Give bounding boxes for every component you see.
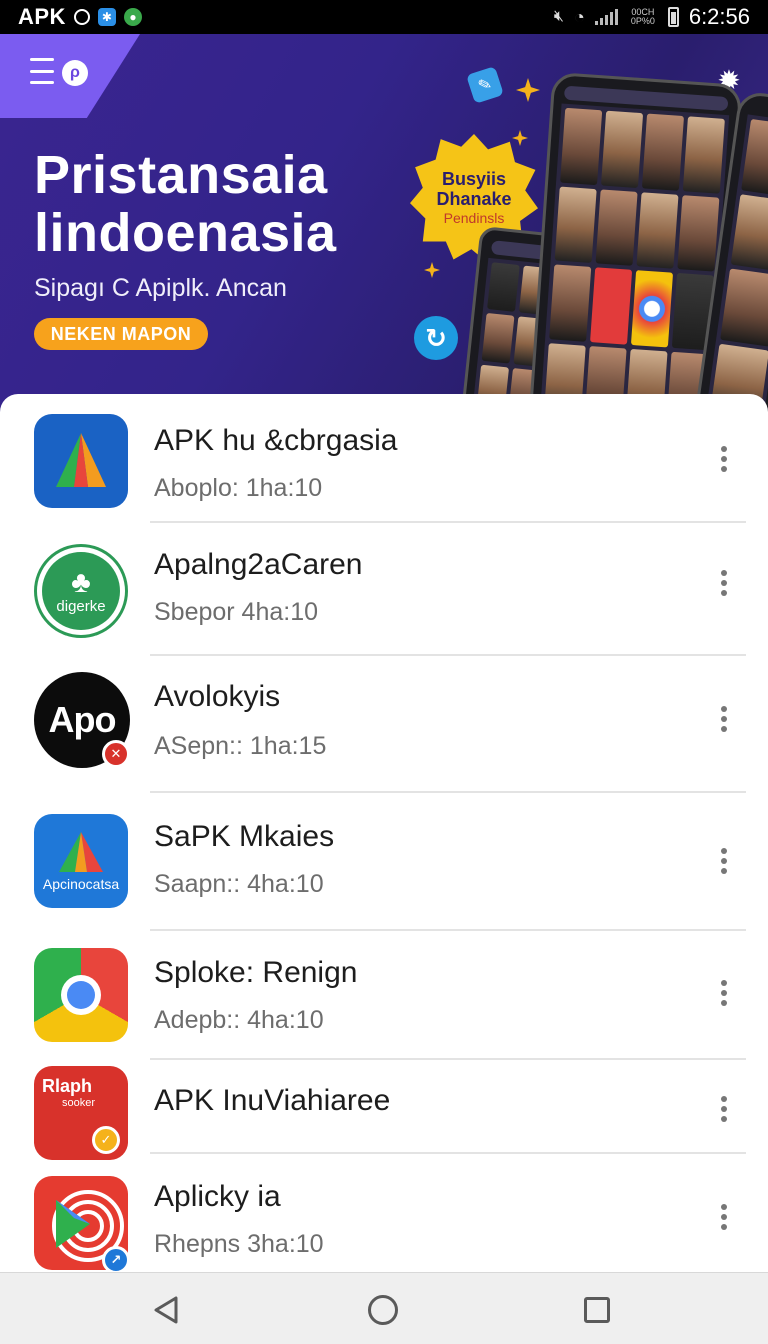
app-list: APK hu &cbrgasia Aboplo: 1ha:10 ♣ digerk…: [0, 394, 768, 1274]
network-speed: 00CH 0P%0: [628, 8, 658, 26]
system-nav-bar: [0, 1272, 768, 1344]
list-item[interactable]: APK hu &cbrgasia Aboplo: 1ha:10: [0, 394, 768, 523]
sticker-icon: ✎: [466, 66, 504, 104]
divider: [150, 521, 746, 523]
apk-triangle-icon: Apcinocatsa: [34, 814, 128, 908]
badge-line3: Pendinsls: [443, 210, 505, 226]
divider: [150, 929, 746, 931]
list-item-subtitle: Rhepns 3ha:10: [154, 1230, 324, 1258]
app-icon-label: Apo: [48, 699, 117, 740]
status-app-label: APK: [18, 4, 66, 29]
battery-icon: [667, 7, 679, 27]
status-left: APK ✱ ●: [18, 4, 142, 30]
list-item[interactable]: ↗ Aplicky ia Rhepns 3ha:10: [0, 1156, 768, 1274]
list-item-subtitle: Sbepor 4ha:10: [154, 598, 319, 626]
chrome-icon: [34, 948, 128, 1042]
hero-cta-button[interactable]: NEKEN MAPON: [34, 318, 208, 350]
back-icon[interactable]: [152, 1295, 182, 1325]
check-badge-icon: ✓: [92, 1126, 120, 1154]
list-item-title: Avolokyis: [154, 680, 281, 713]
hero-banner[interactable]: ρ Pristansaia lindoenasia Sipagı C Apipl…: [0, 34, 768, 414]
apo-circle-icon: Apo ✕: [34, 672, 130, 768]
list-item[interactable]: Rlaph sooker ✓ APK InuViahiaree: [0, 1060, 768, 1160]
close-badge-icon: ✕: [102, 740, 130, 768]
list-item-title: Sploke: Renign: [154, 956, 358, 989]
mute-icon: 🔇︎: [553, 8, 564, 25]
shield-notification-icon: ●: [123, 8, 142, 26]
circle-notification-icon: [73, 9, 90, 25]
leaf-icon: ♣: [71, 565, 91, 599]
status-bar: APK ✱ ● 🔇︎ ◔ 00CH 0P%0 6:2:56: [0, 0, 768, 34]
app-logo-icon[interactable]: ρ: [62, 60, 88, 86]
play-target-icon: ↗: [34, 1176, 130, 1274]
list-item-title: APK hu &cbrgasia: [154, 424, 398, 457]
app-icon-sublabel: sooker: [62, 1097, 96, 1109]
list-item-title: Apalng2aCaren: [154, 548, 363, 581]
more-options-icon[interactable]: [712, 978, 736, 1008]
more-options-icon[interactable]: [712, 1202, 736, 1232]
apk-drive-icon: [34, 414, 128, 508]
list-item-title: Aplicky ia: [154, 1180, 281, 1213]
wifi-icon: ◔: [573, 6, 585, 27]
badge-line2: Dhanake: [436, 189, 512, 209]
list-item[interactable]: Sploke: Renign Adepb:: 4ha:10: [0, 932, 768, 1060]
recent-apps-icon[interactable]: [584, 1297, 610, 1323]
list-item[interactable]: Apcinocatsa SaPK Mkaies Saapn:: 4ha:10: [0, 794, 768, 931]
app-icon-label: Apcinocatsa: [42, 876, 120, 892]
more-options-icon[interactable]: [712, 704, 736, 734]
list-item[interactable]: Apo ✕ Avolokyis ASepn:: 1ha:15: [0, 658, 768, 794]
list-item[interactable]: ♣ digerke Apalng2aCaren Sbepor 4ha:10: [0, 524, 768, 656]
leaf-badge-icon: ♣ digerke: [34, 544, 128, 638]
status-right: 🔇︎ ◔ 00CH 0P%0 6:2:56: [554, 4, 750, 30]
list-item-subtitle: ASepn:: 1ha:15: [154, 732, 327, 760]
more-options-icon[interactable]: [712, 846, 736, 876]
list-item-title: SaPK Mkaies: [154, 820, 335, 853]
rlaph-sticker-icon: Rlaph sooker ✓: [34, 1066, 128, 1160]
badge-line1: Busyiis: [441, 169, 507, 189]
sparkle-icon: [512, 130, 528, 146]
hero-title-line1: Pristansaia: [34, 145, 328, 205]
sparkle-icon: [516, 78, 540, 102]
signal-icon: [594, 9, 618, 25]
hamburger-menu-icon[interactable]: [30, 58, 54, 84]
list-item-subtitle: Saapn:: 4ha:10: [154, 870, 324, 898]
sparkle-icon: [424, 262, 440, 278]
network-speed-bottom: 0P%0: [630, 16, 655, 26]
hero-title-line2: lindoenasia: [34, 203, 337, 263]
hero-subtitle: Sipagı C Apiplk. Ancan: [34, 274, 287, 302]
more-options-icon[interactable]: [712, 568, 736, 598]
app-icon-label: Rlaph: [42, 1076, 93, 1096]
divider: [150, 654, 746, 656]
list-item-title: APK InuViahiaree: [154, 1084, 391, 1117]
app-icon-label: digerke: [56, 597, 106, 615]
divider: [150, 1152, 746, 1154]
badge-icon: ↗: [102, 1246, 130, 1274]
bluetooth-square-icon: ✱: [97, 8, 116, 26]
more-options-icon[interactable]: [712, 1094, 736, 1124]
clock: 6:2:56: [688, 4, 750, 29]
divider: [150, 791, 746, 793]
list-item-subtitle: Aboplo: 1ha:10: [154, 474, 323, 502]
refresh-icon[interactable]: ↻: [414, 316, 458, 360]
more-options-icon[interactable]: [712, 444, 736, 474]
hero-title: Pristansaia lindoenasia: [34, 146, 414, 262]
home-icon[interactable]: [368, 1295, 398, 1325]
list-item-subtitle: Adepb:: 4ha:10: [154, 1006, 324, 1034]
